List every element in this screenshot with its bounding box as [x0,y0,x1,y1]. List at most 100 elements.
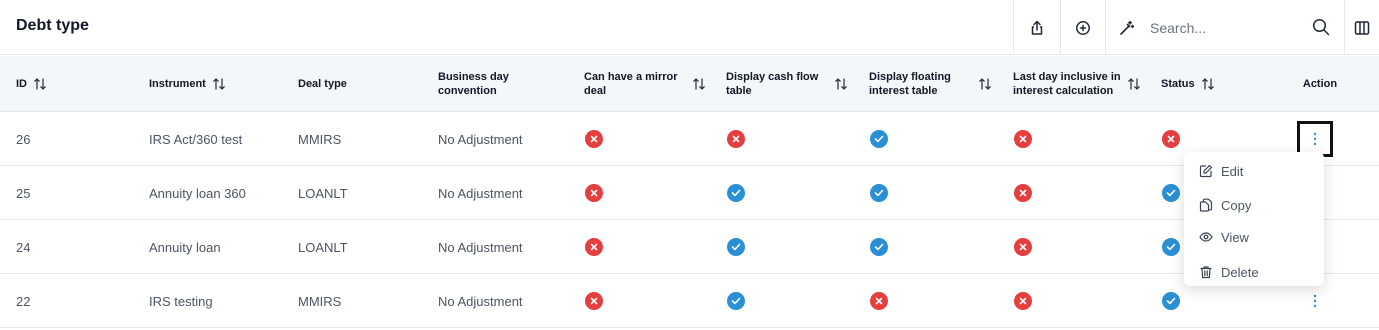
sort-icon[interactable] [692,77,706,91]
column-header-deal-type: Deal type [298,78,347,90]
menu-item-delete[interactable]: Delete [1184,257,1324,287]
x-circle-icon [1014,184,1032,202]
cell-id: 24 [16,239,31,255]
column-header-business-day-convention: Business day convention [438,71,509,97]
search-icon[interactable] [1312,18,1330,36]
cell-status [1162,274,1180,328]
check-circle-icon [1162,238,1180,256]
add-button[interactable] [1060,0,1105,55]
table-row[interactable]: 26 IRS Act/360 test MMIRS No Adjustment [0,112,1379,166]
cell-convention: No Adjustment [438,131,523,147]
table-row[interactable]: 25 Annuity loan 360 LOANLT No Adjustment [0,166,1379,220]
menu-item-view[interactable]: View [1184,222,1324,252]
eye-icon [1199,232,1213,242]
check-circle-icon [870,238,888,256]
x-circle-icon [1162,130,1180,148]
x-circle-icon [585,184,603,202]
x-circle-icon [727,130,745,148]
copy-icon [1199,198,1213,212]
cell-status [1162,166,1180,220]
cell-convention: No Adjustment [438,185,523,201]
column-header-action: Action [1302,78,1338,90]
cell-mirror-deal [585,220,603,274]
cell-mirror-deal [585,166,603,220]
table-header: ID Instrument Deal type Business day con… [0,56,1379,112]
check-circle-icon [870,184,888,202]
column-header-id[interactable]: ID [16,56,136,112]
check-circle-icon [870,130,888,148]
cell-floating-interest [870,166,888,220]
cell-deal-type: MMIRS [298,293,342,309]
x-circle-icon [1014,238,1032,256]
column-header-cash-flow[interactable]: Display cash flow table [726,56,848,112]
cell-instrument: Annuity loan 360 [149,185,246,201]
column-header-mirror-deal[interactable]: Can have a mirror deal [584,56,706,112]
column-header-floating-interest[interactable]: Display floating interest table [869,56,992,112]
x-circle-icon [585,292,603,310]
cell-convention: No Adjustment [438,293,523,309]
plus-circle-icon [1076,20,1090,35]
cell-floating-interest [870,274,888,328]
cell-id: 22 [16,293,31,309]
cell-deal-type: LOANLT [298,185,348,201]
sort-icon[interactable] [1127,77,1141,91]
cell-status [1162,220,1180,274]
cell-last-day-inclusive [1014,112,1032,166]
cell-instrument: Annuity loan [149,239,221,255]
cell-cash-flow [727,112,745,166]
toolbar: Debt type [0,0,1379,55]
edit-icon [1199,164,1213,178]
page-title: Debt type [16,17,89,34]
cell-last-day-inclusive [1014,274,1032,328]
cell-deal-type: MMIRS [298,131,342,147]
trash-icon [1200,266,1212,279]
check-circle-icon [727,292,745,310]
table-row[interactable]: 22 IRS testing MMIRS No Adjustment [0,274,1379,328]
cell-cash-flow [727,220,745,274]
sort-icon[interactable] [212,77,226,91]
cell-mirror-deal [585,274,603,328]
sort-icon[interactable] [978,77,992,91]
column-header-instrument[interactable]: Instrument [149,56,289,112]
table-row[interactable]: 24 Annuity loan LOANLT No Adjustment [0,220,1379,274]
cell-id: 26 [16,131,31,147]
menu-item-copy[interactable]: Copy [1184,190,1324,220]
cell-status [1162,112,1180,166]
menu-item-edit[interactable]: Edit [1184,156,1324,186]
cell-mirror-deal [585,112,603,166]
check-circle-icon [1162,184,1180,202]
check-circle-icon [1162,292,1180,310]
column-header-last-day-inclusive[interactable]: Last day inclusive in interest calculati… [1013,56,1141,112]
search-input[interactable] [1146,12,1296,43]
cell-deal-type: LOANLT [298,239,348,255]
cell-floating-interest [870,112,888,166]
more-vertical-icon [1313,294,1317,308]
x-circle-icon [1014,130,1032,148]
row-actions-button[interactable] [1297,283,1333,319]
sort-icon[interactable] [33,77,47,91]
cell-last-day-inclusive [1014,220,1032,274]
cell-instrument: IRS Act/360 test [149,131,243,147]
columns-icon [1354,20,1370,35]
cell-last-day-inclusive [1014,166,1032,220]
cell-cash-flow [727,274,745,328]
x-circle-icon [585,238,603,256]
more-vertical-icon [1313,132,1317,146]
magic-wand-icon [1120,20,1134,35]
sort-icon[interactable] [1201,77,1215,91]
cell-instrument: IRS testing [149,293,213,309]
sort-icon[interactable] [834,77,848,91]
x-circle-icon [585,130,603,148]
magic-button[interactable] [1105,0,1146,55]
columns-button[interactable] [1344,0,1379,55]
column-header-status[interactable]: Status [1161,56,1271,112]
check-circle-icon [727,184,745,202]
check-circle-icon [727,238,745,256]
cell-convention: No Adjustment [438,239,523,255]
action-menu: Edit Copy View Delete [1184,152,1324,286]
search-box [1146,0,1344,55]
cell-cash-flow [727,166,745,220]
cell-id: 25 [16,185,31,201]
cell-floating-interest [870,220,888,274]
export-button[interactable] [1013,0,1060,55]
